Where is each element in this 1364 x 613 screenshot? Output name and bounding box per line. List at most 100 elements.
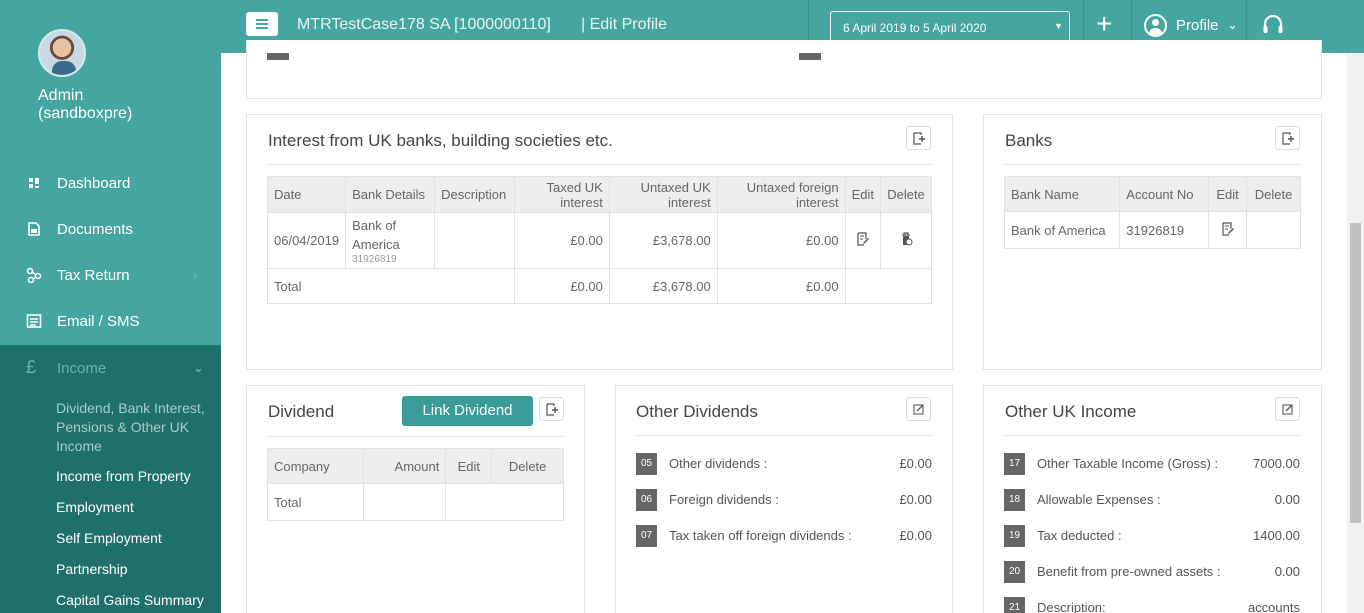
row-value: £0.00	[899, 492, 932, 507]
tax-year-value: 6 April 2019 to 5 April 2020	[843, 21, 987, 35]
add-interest-button[interactable]	[906, 126, 931, 150]
row-label: Tax taken off foreign dividends :	[669, 528, 852, 543]
nav-sub-capital-gains-summary[interactable]: Capital Gains Summary	[56, 591, 204, 610]
box-number: 07	[636, 525, 657, 547]
profile-icon[interactable]	[1144, 14, 1167, 37]
caret-down-icon: ▼	[1054, 21, 1063, 31]
tax-return-icon	[26, 267, 42, 283]
email-sms-icon	[26, 314, 42, 328]
edit-box-icon	[913, 404, 924, 415]
row-label: Foreign dividends :	[669, 492, 779, 507]
box-number: 19	[1004, 525, 1025, 547]
cell-total-taxed: £0.00	[514, 268, 610, 304]
interest-table: Date Bank Details Description Taxed UK i…	[266, 176, 933, 304]
cell-empty	[844, 268, 933, 304]
description-row: 21 Description: accounts	[1004, 597, 1300, 613]
row-value: 0.00	[1274, 564, 1300, 579]
table-header-row: Bank Name Account No Edit Delete	[1003, 176, 1301, 212]
nav-sub-dividend-bank-interest[interactable]: Dividend, Bank Interest, Pensions & Othe…	[56, 399, 218, 456]
income-section: £ Income ⌄ Dividend, Bank Interest, Pens…	[0, 345, 221, 613]
interest-panel: Interest from UK banks, building societi…	[246, 114, 953, 370]
hamburger-icon	[256, 19, 268, 21]
edit-bank-button[interactable]	[1208, 211, 1248, 249]
hamburger-icon-line	[256, 27, 268, 29]
menu-toggle-button[interactable]	[246, 12, 278, 36]
col-delete: Delete	[1246, 176, 1301, 212]
add-bank-button[interactable]	[1275, 126, 1300, 150]
divider	[1004, 435, 1301, 436]
documents-icon	[28, 222, 40, 236]
nav-tax-return[interactable]: Tax Return ›	[0, 252, 221, 298]
nav-income[interactable]: £ Income ⌄	[0, 345, 221, 391]
col-delete: Delete	[879, 176, 933, 213]
box-number: 06	[636, 489, 657, 511]
banks-panel: Banks Bank Name Account No Edit Delete B…	[983, 114, 1322, 370]
col-bank-details: Bank Details	[345, 176, 436, 213]
scrollbar-thumb[interactable]	[1350, 223, 1361, 523]
banks-title: Banks	[1005, 131, 1053, 150]
divider	[267, 164, 932, 165]
cell-total-label: Total	[266, 268, 516, 304]
col-account-no: Account No	[1119, 176, 1210, 212]
link-dividend-button[interactable]: Link Dividend	[402, 396, 533, 426]
chevron-down-icon[interactable]: ⌄	[1227, 17, 1238, 33]
nav-tax-return-label: Tax Return	[57, 266, 130, 284]
foreign-dividends-row: 06 Foreign dividends : £0.00	[636, 489, 932, 511]
col-date: Date	[266, 176, 347, 213]
admin-name: Admin (sandboxpre)	[38, 87, 133, 122]
cell-account-no: 31926819	[1119, 211, 1210, 249]
delete-interest-button[interactable]	[879, 212, 933, 269]
admin-avatar[interactable]	[38, 29, 86, 77]
add-entry-icon	[913, 132, 925, 145]
nav-sub-employment[interactable]: Employment	[56, 498, 134, 517]
nav-sub-self-employment[interactable]: Self Employment	[56, 529, 162, 548]
allowable-expenses-row: 18 Allowable Expenses : 0.00	[1004, 489, 1300, 511]
dividend-table: Company Amount Edit Delete Total	[267, 448, 564, 521]
interest-title: Interest from UK banks, building societi…	[268, 131, 613, 150]
page-scrollbar[interactable]	[1347, 53, 1364, 613]
nav-documents[interactable]: Documents	[0, 206, 221, 252]
nav-documents-label: Documents	[57, 220, 133, 238]
row-label: Other Taxable Income (Gross) :	[1037, 456, 1219, 471]
col-edit: Edit	[1208, 176, 1248, 212]
headset-support-icon[interactable]	[1261, 13, 1285, 37]
nav-sub-income-from-property[interactable]: Income from Property	[56, 467, 191, 486]
row-label: Tax deducted :	[1037, 528, 1122, 543]
tax-year-select[interactable]: 6 April 2019 to 5 April 2020 ▼	[830, 11, 1070, 43]
nav-sub-partnership[interactable]: Partnership	[56, 560, 128, 579]
nav-email-sms-label: Email / SMS	[57, 312, 140, 330]
table-header-row: Company Amount Edit Delete	[267, 448, 564, 484]
row-value: £0.00	[899, 528, 932, 543]
edit-icon	[857, 232, 869, 246]
edit-other-dividends-button[interactable]	[906, 397, 931, 421]
other-taxable-income-row: 17 Other Taxable Income (Gross) : 7000.0…	[1004, 453, 1300, 475]
nav-dashboard[interactable]: Dashboard	[0, 160, 221, 206]
cell-bank-name: Bank of America	[1003, 211, 1121, 249]
row-value: 0.00	[1274, 492, 1300, 507]
box-number: 21	[1004, 597, 1025, 613]
dividend-panel: Dividend Link Dividend Company Amount Ed…	[246, 385, 585, 613]
box-number: 18	[1004, 489, 1025, 511]
table-total-row: Total £0.00 £3,678.00 £0.00	[266, 268, 933, 304]
other-dividends-row: 05 Other dividends : £0.00	[636, 453, 932, 475]
col-taxed-uk-interest: Taxed UK interest	[514, 176, 610, 213]
edit-box-icon	[1282, 404, 1293, 415]
delete-icon	[901, 232, 913, 246]
other-uk-income-panel: Other UK Income 17 Other Taxable Income …	[983, 385, 1322, 613]
nav-email-sms[interactable]: Email / SMS	[0, 298, 221, 344]
profile-menu[interactable]: Profile	[1176, 17, 1219, 34]
cell-total-untaxed: £3,678.00	[608, 268, 718, 304]
edit-icon	[1221, 221, 1234, 236]
cell-taxed: £0.00	[514, 212, 610, 269]
dividend-title: Dividend	[268, 402, 335, 421]
add-dividend-button[interactable]	[539, 397, 564, 421]
banks-table: Bank Name Account No Edit Delete Bank of…	[1003, 176, 1301, 249]
edit-interest-button[interactable]	[844, 212, 881, 269]
col-edit: Edit	[844, 176, 881, 213]
hamburger-icon-line	[256, 23, 268, 25]
add-icon[interactable]: +	[1096, 9, 1112, 39]
cell-bank-details: Bank of America 31926819	[345, 212, 436, 269]
row-value: accounts	[1247, 600, 1300, 613]
edit-other-uk-income-button[interactable]	[1275, 397, 1300, 421]
table-header-row: Date Bank Details Description Taxed UK i…	[266, 176, 933, 213]
